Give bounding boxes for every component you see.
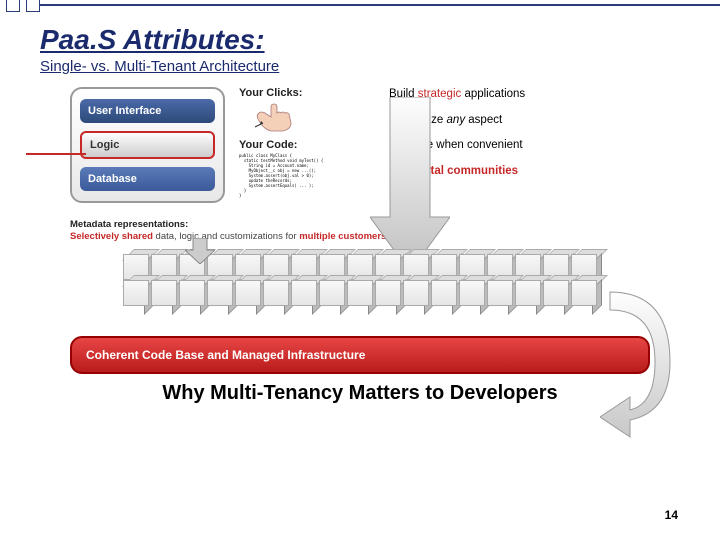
- accent-square: [6, 0, 20, 12]
- metadata-label: Metadata representations: Selectively sh…: [70, 219, 650, 244]
- curve-arrow-icon: [600, 282, 680, 442]
- red-infrastructure-bar: Coherent Code Base and Managed Infrastru…: [70, 336, 650, 374]
- cube-array: [70, 248, 650, 318]
- cube-item: [207, 280, 233, 306]
- slide-title: Paa.S Attributes:: [40, 24, 680, 56]
- cube-item: [347, 280, 373, 306]
- down-arrow-small-icon: [185, 238, 215, 264]
- red-pointer-line: [26, 153, 86, 155]
- cube-item: [235, 280, 261, 306]
- cube-item: [459, 280, 485, 306]
- your-clicks-label: Your Clicks:: [239, 87, 369, 99]
- cube-item: [431, 280, 457, 306]
- cube-item: [123, 280, 149, 306]
- accent-square: [26, 0, 40, 12]
- cube-item: [319, 280, 345, 306]
- slide-subtitle: Single- vs. Multi-Tenant Architecture: [40, 58, 680, 75]
- cube-item: [515, 280, 541, 306]
- diagram-container: User Interface Logic Database Your Click…: [70, 87, 650, 405]
- cube-item: [151, 280, 177, 306]
- cube-item: [179, 280, 205, 306]
- cube-item: [375, 280, 401, 306]
- your-code-label: Your Code:: [239, 139, 369, 151]
- cube-item: [571, 280, 597, 306]
- stack-logic: Logic: [80, 131, 215, 159]
- stack-database: Database: [80, 167, 215, 191]
- cube-item: [291, 280, 317, 306]
- app-stack-box: User Interface Logic Database: [70, 87, 225, 203]
- accent-line: [40, 4, 720, 6]
- code-sample: public class MyClass { static testMethod…: [239, 153, 369, 198]
- hand-cursor-icon: [253, 101, 301, 133]
- page-number: 14: [665, 508, 678, 522]
- cube-item: [263, 280, 289, 306]
- cube-item: [403, 280, 429, 306]
- cube-item: [543, 280, 569, 306]
- stack-user-interface: User Interface: [80, 99, 215, 123]
- bottom-caption: Why Multi-Tenancy Matters to Developers: [70, 382, 650, 405]
- cube-item: [487, 280, 513, 306]
